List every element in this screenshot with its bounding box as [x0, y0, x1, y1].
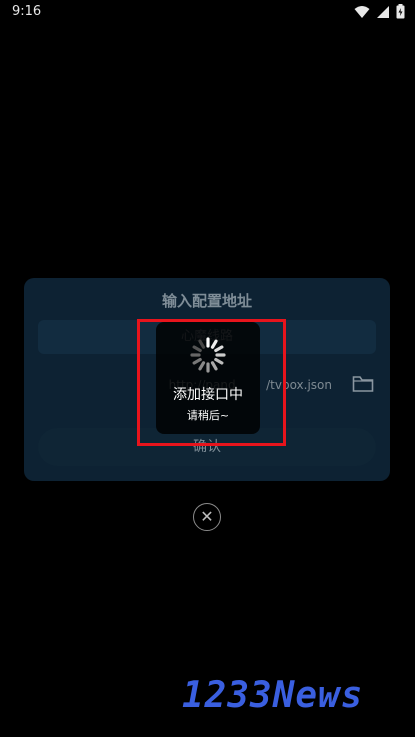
dialog-title: 输入配置地址 — [161, 292, 252, 310]
highlight-box — [137, 319, 286, 446]
status-bar: 9:16 — [0, 0, 415, 24]
signal-icon — [376, 5, 390, 19]
battery-icon — [396, 4, 405, 19]
watermark: 1233News — [182, 675, 364, 716]
wifi-icon — [354, 5, 370, 19]
folder-icon[interactable] — [352, 375, 374, 395]
close-icon[interactable]: ✕ — [193, 503, 221, 531]
status-time: 9:16 — [12, 4, 42, 19]
status-icons — [354, 4, 405, 19]
